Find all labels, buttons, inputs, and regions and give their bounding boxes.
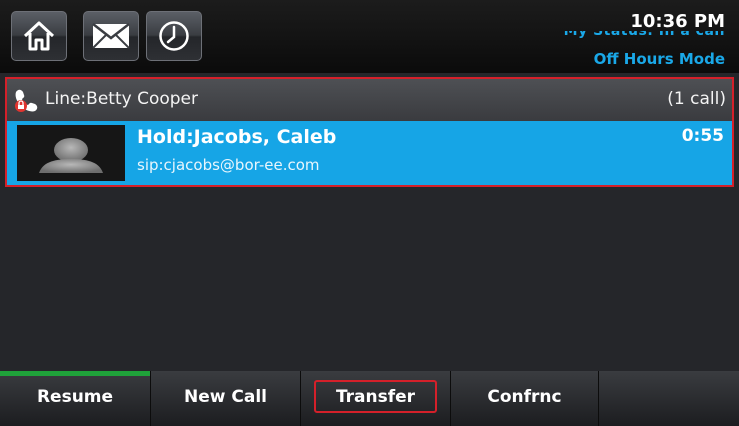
line-panel: Line:Betty Cooper (1 call) Hold:Jacobs, … xyxy=(5,77,734,187)
clock-time: 10:36 PM xyxy=(630,11,725,32)
softkey-label: New Call xyxy=(184,387,267,407)
mode-status: Off Hours Mode xyxy=(593,50,725,68)
softkey-label: Resume xyxy=(36,387,114,407)
person-silhouette-icon xyxy=(39,138,103,173)
softkey-bar: Resume New Call Transfer Confrnc xyxy=(0,371,739,426)
clock-icon xyxy=(159,21,189,51)
softkey-resume[interactable]: Resume xyxy=(0,371,151,426)
softkey-empty[interactable] xyxy=(599,371,739,426)
messages-button[interactable] xyxy=(83,11,139,61)
envelope-icon xyxy=(92,23,130,49)
call-count: (1 call) xyxy=(667,89,726,109)
softkey-label: Confrnc xyxy=(487,387,562,407)
call-row[interactable]: Hold:Jacobs, Caleb sip:cjacobs@bor-ee.co… xyxy=(7,121,732,185)
call-duration: 0:55 xyxy=(681,126,724,146)
recent-calls-button[interactable] xyxy=(146,11,202,61)
line-header[interactable]: Line:Betty Cooper (1 call) xyxy=(7,79,732,121)
presence-status: My Status: In a call xyxy=(563,31,725,39)
phone-screen: 10:36 PM My Status: In a call Off Hours … xyxy=(0,0,739,426)
active-indicator xyxy=(0,371,150,376)
caller-sip: sip:cjacobs@bor-ee.com xyxy=(137,156,320,174)
softkey-transfer[interactable]: Transfer xyxy=(301,371,451,426)
avatar xyxy=(17,125,125,181)
softkey-new-call[interactable]: New Call xyxy=(151,371,301,426)
status-bar: 10:36 PM My Status: In a call Off Hours … xyxy=(0,0,739,73)
handset-icon xyxy=(12,86,40,118)
line-label: Line:Betty Cooper xyxy=(45,89,198,109)
home-button[interactable] xyxy=(11,11,67,61)
softkey-label: Transfer xyxy=(335,387,416,407)
softkey-conference[interactable]: Confrnc xyxy=(451,371,599,426)
home-icon xyxy=(23,21,55,51)
caller-name: Hold:Jacobs, Caleb xyxy=(137,126,337,148)
